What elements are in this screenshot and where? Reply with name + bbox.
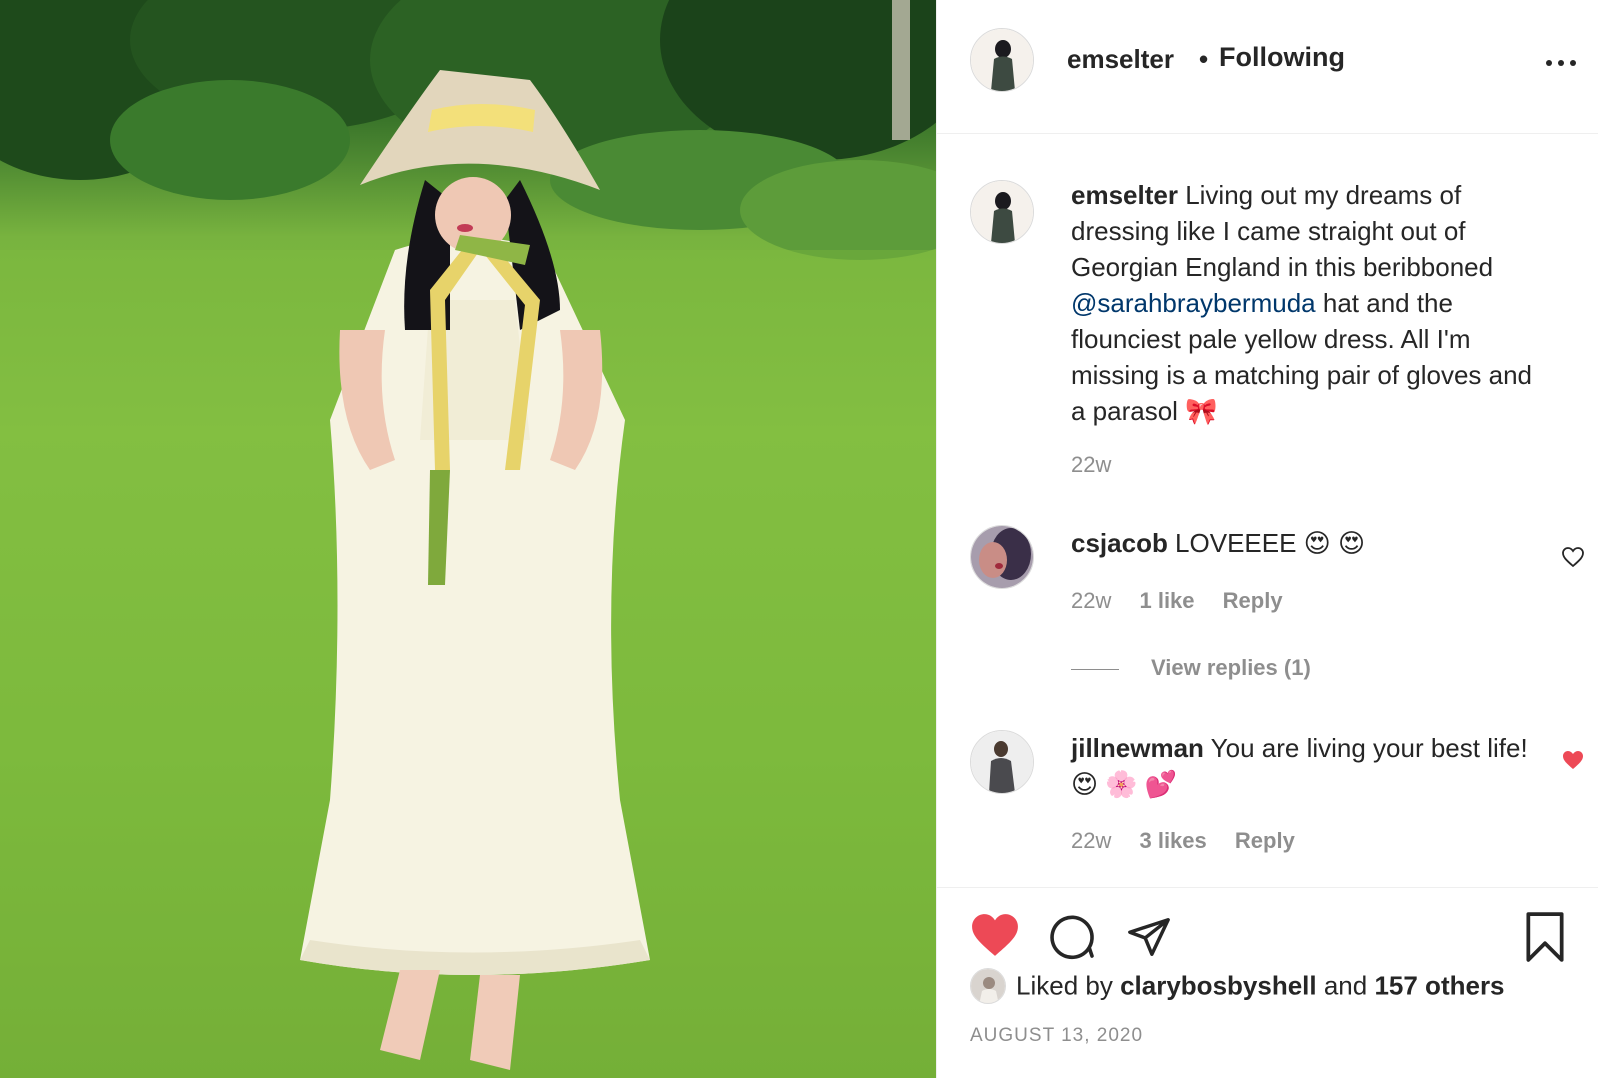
comment-like-heart-icon[interactable] <box>1561 545 1585 569</box>
liked-by-and: and <box>1316 970 1375 1001</box>
bookmark-icon[interactable] <box>1523 912 1567 962</box>
post-header: emselter • Following <box>937 0 1598 134</box>
comment-body: LOVEEEE 😍 😍 <box>1167 528 1366 558</box>
reply-button[interactable]: Reply <box>1235 828 1295 853</box>
share-icon[interactable] <box>1125 914 1173 960</box>
comment-time[interactable]: 22w <box>1071 588 1111 613</box>
view-replies-label: View replies (1) <box>1151 655 1311 680</box>
comment-meta: 22w 3 likes Reply <box>1071 828 1317 854</box>
post-actions: Liked by clarybosbyshell and 157 others … <box>937 887 1598 1078</box>
commenter-avatar[interactable] <box>970 730 1034 794</box>
post-photo[interactable] <box>0 0 936 1078</box>
comment-icon[interactable] <box>1047 912 1097 960</box>
view-replies-line <box>1071 668 1119 670</box>
comment-meta: 22w 1 like Reply <box>1071 588 1305 614</box>
liked-by-label: Liked by <box>1016 970 1121 1001</box>
comment-username[interactable]: jillnewman <box>1071 733 1204 763</box>
post-photo-illustration <box>0 0 936 1078</box>
likes-summary: Liked by clarybosbyshell and 157 others <box>970 968 1505 1008</box>
comment-text: csjacob LOVEEEE 😍 😍 <box>1071 525 1541 561</box>
author-username[interactable]: emselter <box>1067 44 1174 75</box>
caption-avatar[interactable] <box>970 180 1034 244</box>
comment-likes[interactable]: 1 like <box>1139 588 1194 613</box>
post-date[interactable]: AUGUST 13, 2020 <box>970 1025 1143 1047</box>
comment-time[interactable]: 22w <box>1071 828 1111 853</box>
caption-username[interactable]: emselter <box>1071 180 1178 210</box>
caption-text: emselter Living out my dreams of dressin… <box>1071 177 1541 429</box>
comment-liked-heart-icon[interactable] <box>1561 748 1585 772</box>
liked-by-user[interactable]: clarybosbyshell <box>1120 971 1317 1001</box>
comment-text: jillnewman You are living your best life… <box>1071 730 1541 802</box>
caption-timestamp: 22w <box>1071 452 1133 478</box>
commenter-avatar[interactable] <box>970 525 1034 589</box>
comment-username[interactable]: csjacob <box>1071 528 1168 558</box>
reply-button[interactable]: Reply <box>1223 588 1283 613</box>
like-heart-icon[interactable] <box>970 912 1020 958</box>
caption-time[interactable]: 22w <box>1071 452 1111 477</box>
caption-mention-link[interactable]: @sarahbraybermuda <box>1071 288 1316 318</box>
author-avatar[interactable] <box>970 28 1034 92</box>
view-replies-button[interactable]: View replies (1) <box>1071 655 1311 681</box>
liker-avatar[interactable] <box>970 968 1006 1004</box>
liked-by-others[interactable]: 157 others <box>1374 971 1504 1001</box>
comments-list[interactable]: emselter Living out my dreams of dressin… <box>937 135 1598 887</box>
following-button[interactable]: Following <box>1219 42 1345 73</box>
post-detail-panel: emselter • Following emselter Living out… <box>936 0 1598 1078</box>
header-separator: • <box>1199 44 1209 74</box>
more-options-icon[interactable] <box>1543 46 1579 76</box>
comment-likes[interactable]: 3 likes <box>1139 828 1206 853</box>
